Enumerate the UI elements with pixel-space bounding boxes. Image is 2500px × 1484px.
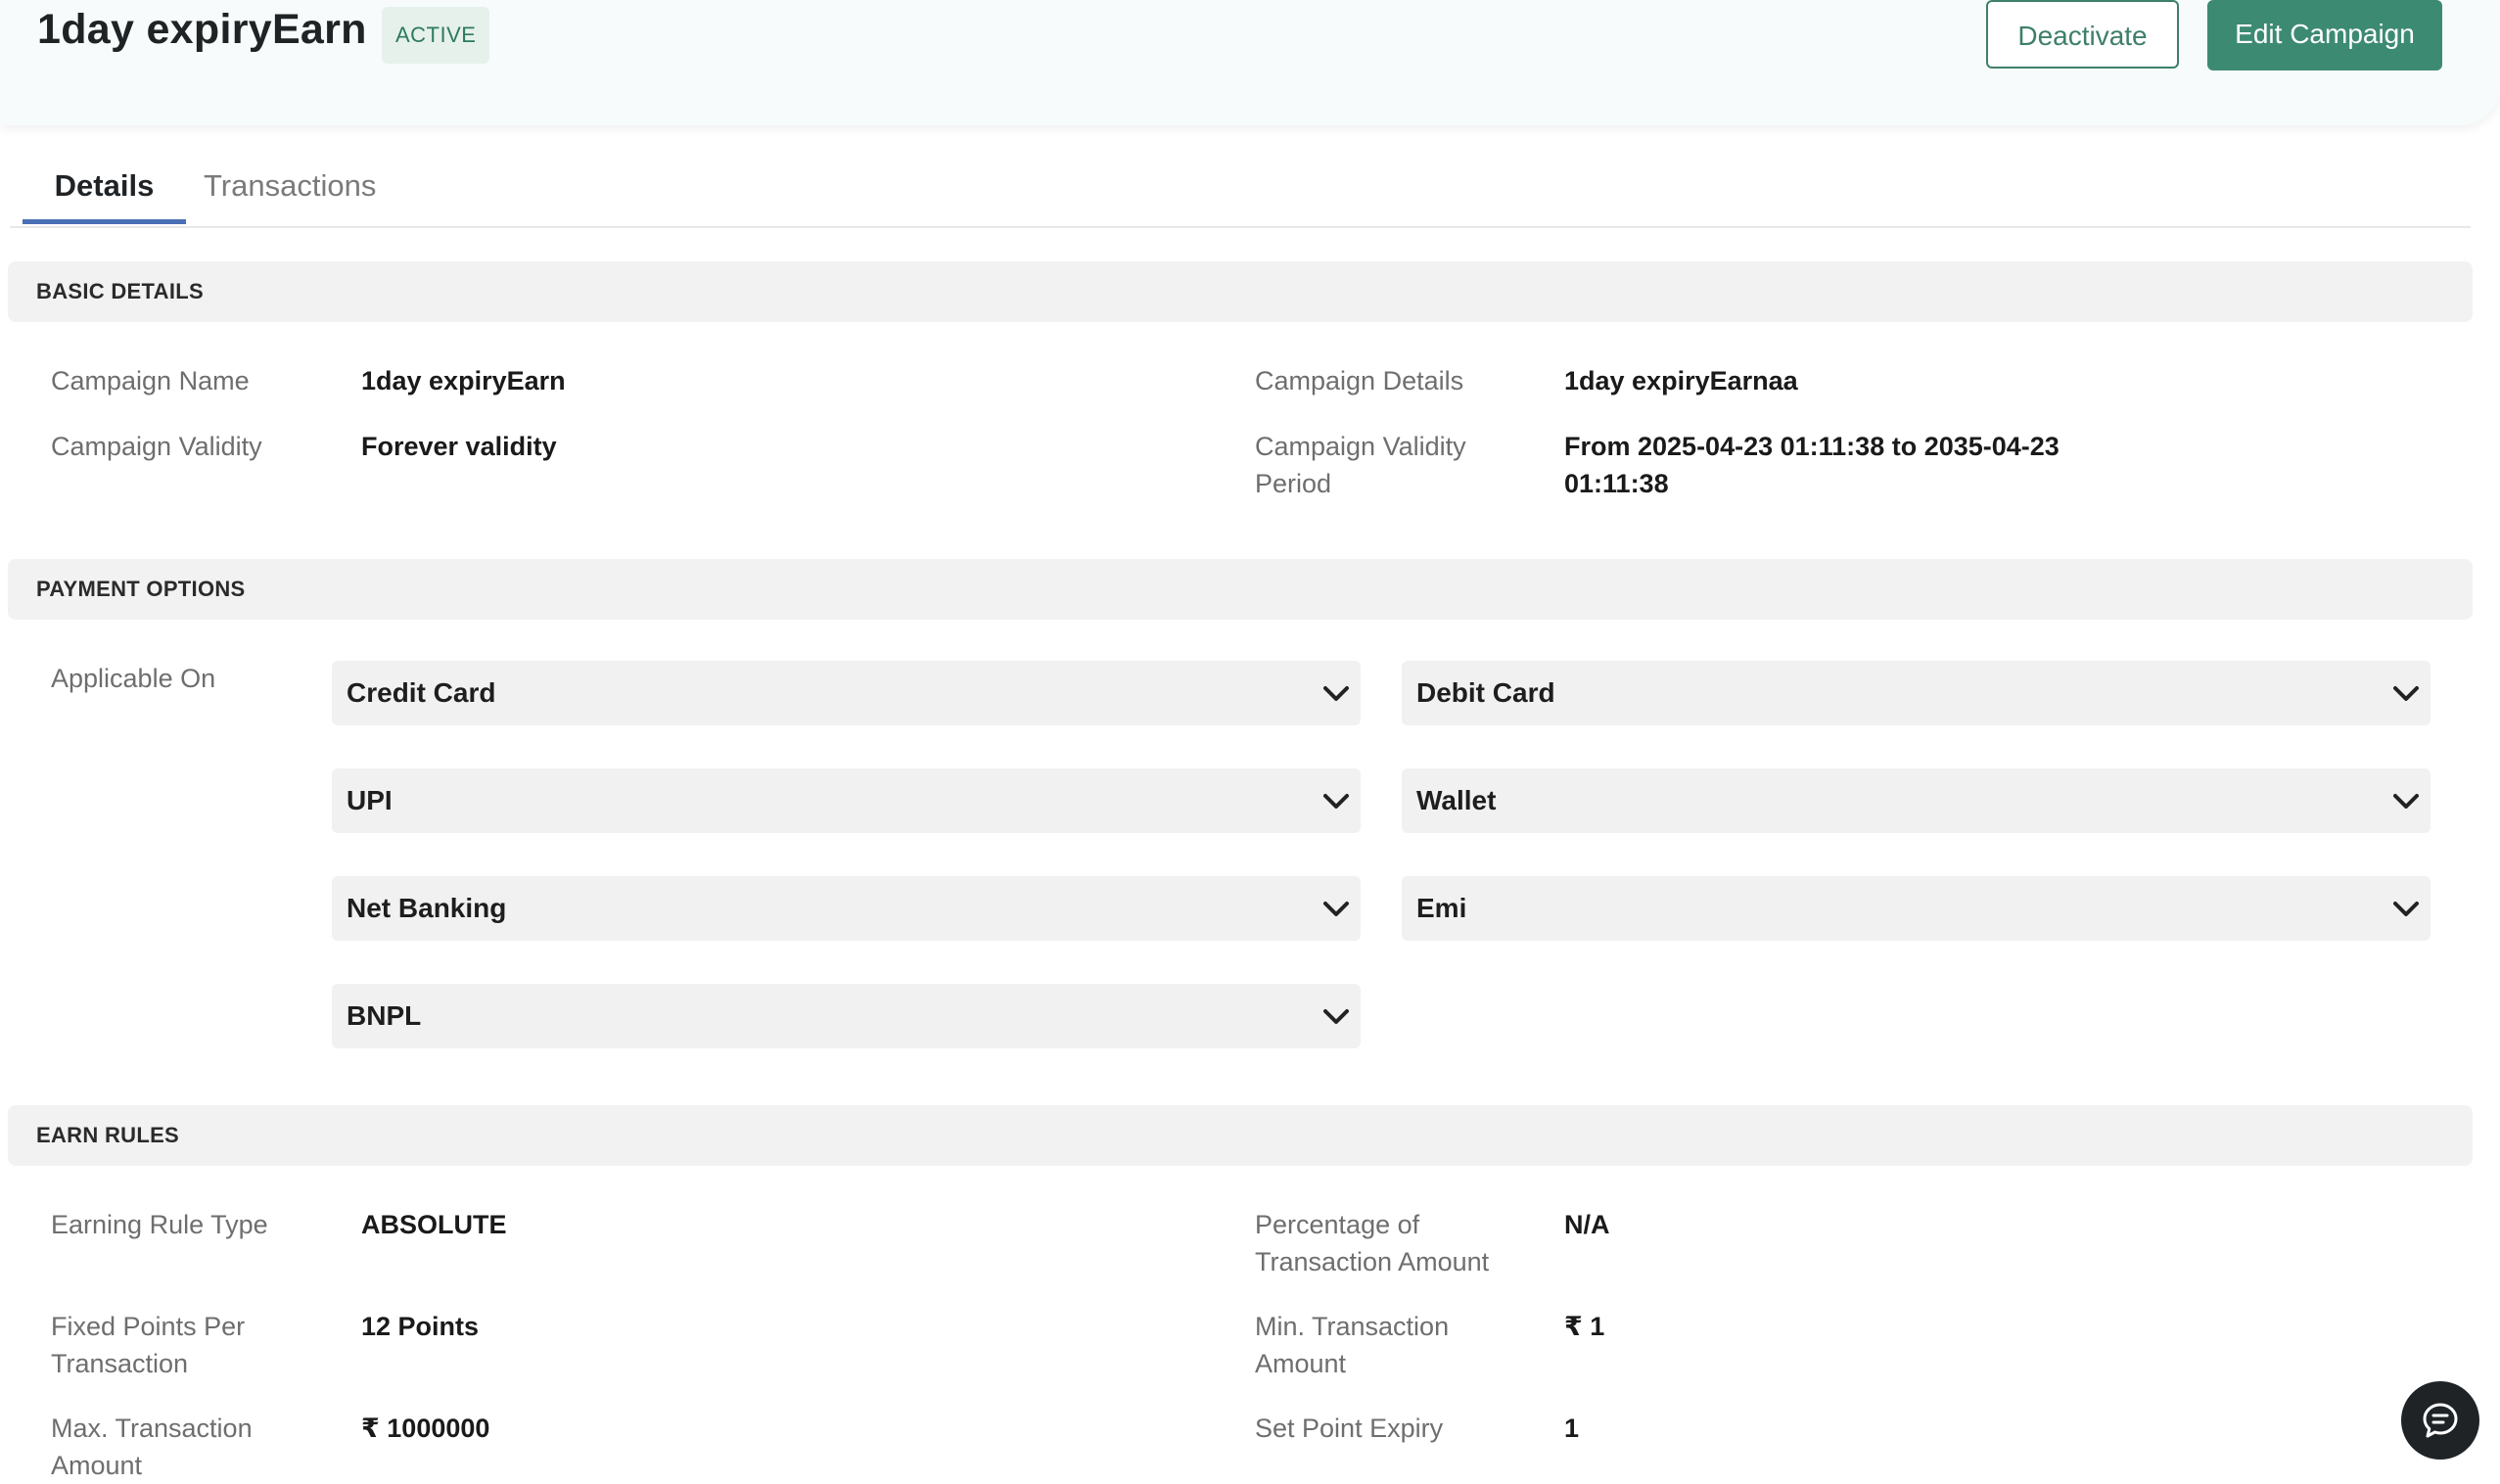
max-transaction-value: ₹ 1000000 [361, 1414, 490, 1443]
min-transaction-label: Min. Transaction Amount [1255, 1312, 1450, 1378]
tab-bar: Details Transactions [10, 152, 2471, 228]
campaign-validity-label: Campaign Validity [51, 432, 262, 461]
chat-button[interactable] [2401, 1381, 2479, 1460]
status-badge: ACTIVE [382, 7, 490, 64]
chat-icon [2423, 1403, 2458, 1438]
payment-option-label: Emi [1416, 893, 1467, 923]
payment-options-section-header: PAYMENT OPTIONS [8, 559, 2473, 620]
earn-rules-section-header: EARN RULES [8, 1105, 2473, 1166]
payment-option-label: Net Banking [347, 893, 507, 923]
section-title: EARN RULES [36, 1123, 180, 1147]
percentage-value: N/A [1564, 1210, 1610, 1239]
chevron-down-icon [2393, 902, 2419, 916]
applicable-on-label: Applicable On [51, 664, 216, 693]
chevron-down-icon [2393, 686, 2419, 701]
point-expiry-label: Set Point Expiry [1255, 1414, 1444, 1443]
campaign-validity-value: Forever validity [361, 432, 557, 461]
max-transaction-label: Max. Transaction Amount [51, 1414, 253, 1480]
campaign-details-label: Campaign Details [1255, 366, 1464, 395]
chevron-down-icon [1323, 1009, 1349, 1024]
payment-option-select[interactable]: BNPL [332, 984, 1361, 1048]
fixed-points-value: 12 Points [361, 1312, 480, 1341]
earning-rule-type-label: Earning Rule Type [51, 1210, 268, 1239]
point-expiry-value: 1 [1564, 1414, 1580, 1443]
payment-option-label: Debit Card [1416, 677, 1555, 708]
deactivate-button[interactable]: Deactivate [1986, 0, 2179, 69]
chevron-down-icon [1323, 794, 1349, 809]
tab-details[interactable]: Details [23, 152, 186, 224]
campaign-name-value: 1day expiryEarn [361, 366, 566, 395]
payment-option-label: Credit Card [347, 677, 496, 708]
payment-option-select[interactable]: Credit Card [332, 661, 1361, 725]
section-title: BASIC DETAILS [36, 279, 204, 303]
page-title: 1day expiryEarn [37, 6, 367, 53]
payment-option-label: UPI [347, 785, 393, 815]
campaign-details-value: 1day expiryEarnaa [1564, 366, 1798, 395]
payment-option-label: BNPL [347, 1000, 422, 1031]
chevron-down-icon [2393, 794, 2419, 809]
chevron-down-icon [1323, 686, 1349, 701]
basic-details-section-header: BASIC DETAILS [8, 261, 2473, 322]
campaign-header: 1day expiryEarn ACTIVE Deactivate Edit C… [0, 0, 2500, 125]
fixed-points-label: Fixed Points Per Transaction [51, 1312, 246, 1378]
payment-option-label: Wallet [1416, 785, 1497, 815]
payment-option-select[interactable]: Debit Card [1402, 661, 2431, 725]
percentage-label: Percentage of Transaction Amount [1255, 1210, 1490, 1276]
section-title: PAYMENT OPTIONS [36, 577, 246, 601]
edit-campaign-button[interactable]: Edit Campaign [2207, 0, 2442, 70]
tab-transactions[interactable]: Transactions [204, 152, 376, 224]
payment-option-select[interactable]: Emi [1402, 876, 2431, 941]
campaign-validity-period-value: From 2025-04-23 01:11:38 to 2035-04-23 0… [1564, 432, 2060, 498]
campaign-name-label: Campaign Name [51, 366, 250, 395]
payment-option-select[interactable]: UPI [332, 768, 1361, 833]
payment-option-select[interactable]: Net Banking [332, 876, 1361, 941]
chevron-down-icon [1323, 902, 1349, 916]
min-transaction-value: ₹ 1 [1564, 1312, 1605, 1341]
payment-option-select[interactable]: Wallet [1402, 768, 2431, 833]
campaign-validity-period-label: Campaign Validity Period [1255, 432, 1466, 498]
earning-rule-type-value: ABSOLUTE [361, 1210, 507, 1239]
